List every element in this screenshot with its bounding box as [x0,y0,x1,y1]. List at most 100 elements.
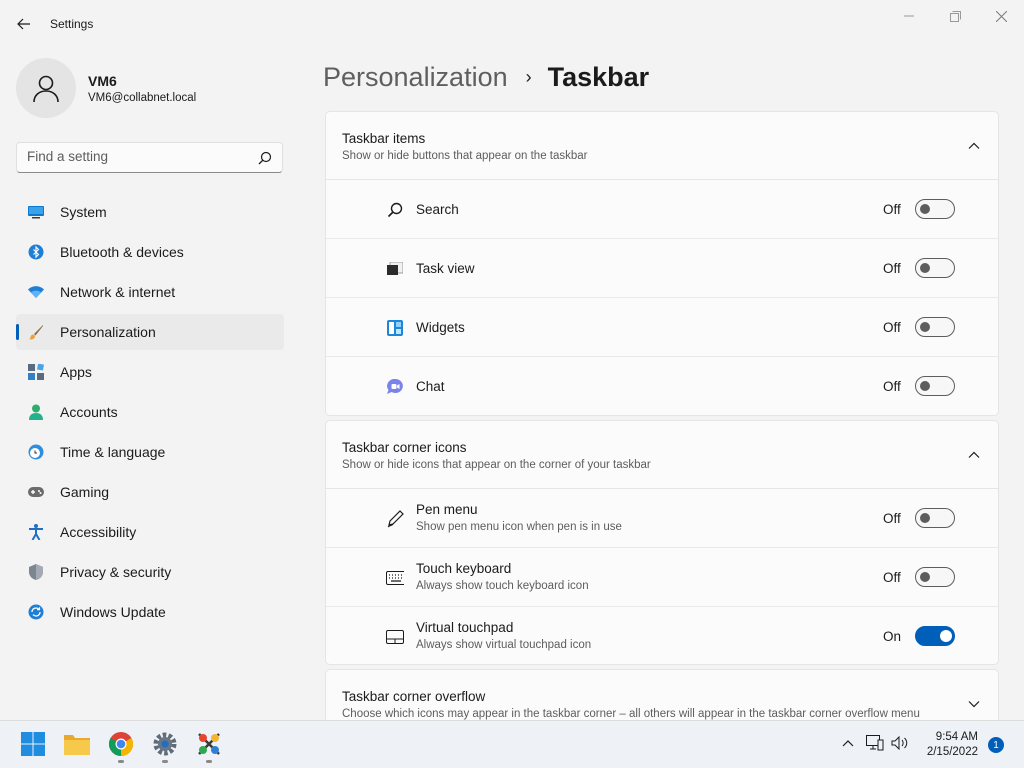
start-button[interactable] [18,729,48,759]
search-icon[interactable] [258,151,272,165]
setting-row-touch-keyboard: Touch keyboard Always show touch keyboar… [326,548,998,607]
setting-label: Search [416,202,459,217]
setting-description: Show pen menu icon when pen is in use [416,521,622,533]
sidebar-item-label: Personalization [60,324,156,340]
maximize-button[interactable] [932,4,978,28]
app-button[interactable] [194,729,224,763]
setting-label: Touch keyboard [416,561,512,576]
network-tray-button[interactable] [865,733,885,753]
wifi-icon [28,284,44,300]
bluetooth-icon [28,244,44,260]
sidebar-item-windows-update[interactable]: Windows Update [16,594,284,630]
shield-icon [28,564,44,580]
update-icon [28,604,44,620]
apps-icon [28,364,44,380]
avatar [16,58,76,118]
brush-icon [28,324,44,340]
touch-keyboard-toggle[interactable] [915,567,955,587]
toggle-state: On [883,629,902,644]
sidebar-item-bluetooth[interactable]: Bluetooth & devices [16,234,284,270]
volume-icon [891,736,908,750]
toggle-state: Off [883,202,901,217]
search-toggle[interactable] [915,199,955,219]
user-card[interactable]: VM6 VM6@collabnet.local [16,58,286,118]
chrome-icon [109,732,133,756]
show-hidden-icons-button[interactable] [838,733,858,753]
chat-toggle[interactable] [915,376,955,396]
taskbar: 9:54 AM 2/15/2022 1 [0,720,1024,768]
person-icon [28,404,44,420]
setting-row-chat: Chat Off [326,357,998,415]
toggle-state: Off [883,261,901,276]
sidebar-item-label: Accessibility [60,524,137,540]
widgets-icon [386,319,404,337]
chevron-up-icon[interactable] [968,449,980,461]
back-button[interactable] [10,10,38,38]
monitor-icon [28,204,44,220]
setting-label: Widgets [416,320,465,335]
pen-menu-toggle[interactable] [915,508,955,528]
sidebar-item-network[interactable]: Network & internet [16,274,284,310]
setting-label: Chat [416,379,445,394]
sidebar-nav: System Bluetooth & devices Network & int… [16,194,284,634]
sidebar-item-apps[interactable]: Apps [16,354,284,390]
toggle-state: Off [883,570,901,585]
toggle-state: Off [883,511,901,526]
sidebar-item-accessibility[interactable]: Accessibility [16,514,284,550]
chevron-up-icon[interactable] [968,140,980,152]
settings-window: Settings VM6 VM6@collabnet.local System … [0,0,1024,729]
touchpad-icon [386,628,404,646]
breadcrumb: Personalization › Taskbar [323,57,649,97]
toggle-state: Off [883,379,901,394]
sidebar-item-label: Time & language [60,444,166,460]
restore-icon [949,10,961,22]
sidebar-item-privacy[interactable]: Privacy & security [16,554,284,590]
globe-clock-icon [28,444,44,460]
task-view-icon [386,260,404,278]
chat-icon [386,378,404,396]
notification-badge[interactable]: 1 [988,737,1004,753]
sidebar-item-label: Apps [60,364,92,380]
keyboard-icon [386,569,404,587]
taskbar-items-header[interactable]: Taskbar items Show or hide buttons that … [326,112,998,180]
user-name: VM6 [88,73,117,89]
section-description: Show or hide icons that appear on the co… [342,459,651,471]
sidebar-item-label: Privacy & security [60,564,172,580]
sidebar-item-gaming[interactable]: Gaming [16,474,284,510]
widgets-toggle[interactable] [915,317,955,337]
clock[interactable]: 9:54 AM 2/15/2022 [908,730,978,760]
task-view-toggle[interactable] [915,258,955,278]
setting-label: Virtual touchpad [416,620,514,635]
file-explorer-icon [64,735,90,755]
chevron-down-icon[interactable] [968,698,980,710]
sidebar-item-label: Network & internet [60,284,176,300]
virtual-touchpad-toggle[interactable] [915,626,955,646]
breadcrumb-parent[interactable]: Personalization [323,62,508,93]
close-icon [995,10,1007,22]
sidebar-item-personalization[interactable]: Personalization [16,314,284,350]
sidebar-item-accounts[interactable]: Accounts [16,394,284,430]
setting-row-virtual-touchpad: Virtual touchpad Always show virtual tou… [326,607,998,664]
search-box[interactable] [16,142,283,173]
chrome-button[interactable] [106,729,136,763]
toggle-state: Off [883,320,901,335]
search-input[interactable] [27,149,247,164]
sidebar-item-label: System [60,204,107,220]
settings-button[interactable] [150,729,180,763]
setting-label: Task view [416,261,475,276]
sidebar-item-time-language[interactable]: Time & language [16,434,284,470]
setting-row-task-view: Task view Off [326,239,998,298]
corner-icons-header[interactable]: Taskbar corner icons Show or hide icons … [326,421,998,489]
sidebar-item-system[interactable]: System [16,194,284,230]
section-description: Choose which icons may appear in the tas… [342,708,920,720]
volume-tray-button[interactable] [890,733,910,753]
setting-description: Always show touch keyboard icon [416,580,589,592]
setting-row-widgets: Widgets Off [326,298,998,357]
minimize-button[interactable] [886,4,932,28]
setting-description: Always show virtual touchpad icon [416,639,592,651]
file-explorer-button[interactable] [62,729,92,759]
setting-label: Pen menu [416,502,478,517]
sidebar-item-label: Gaming [60,484,110,500]
close-button[interactable] [978,4,1024,28]
sidebar-item-label: Bluetooth & devices [60,244,184,260]
